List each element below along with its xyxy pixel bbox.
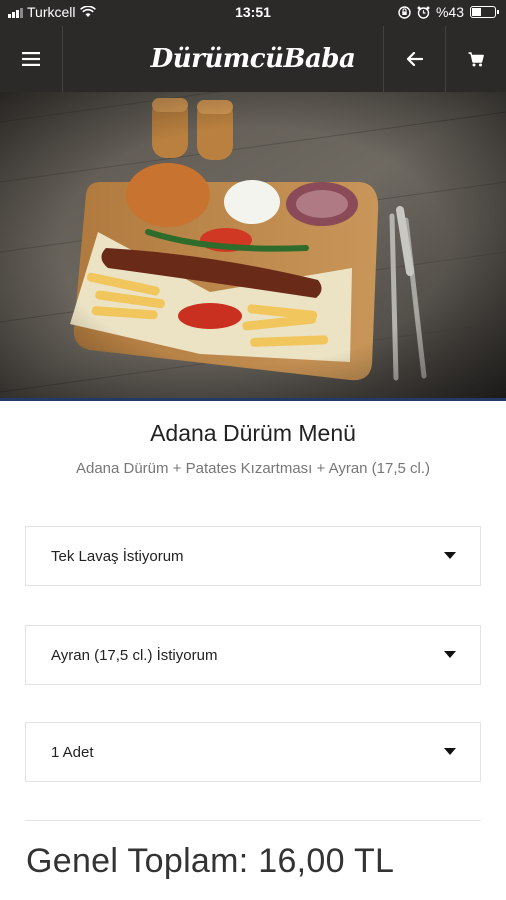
drink-select[interactable]: Ayran (17,5 cl.) İstiyorum <box>25 625 481 685</box>
product-title: Adana Dürüm Menü <box>150 420 356 446</box>
quantity-select[interactable]: 1 Adet <box>25 722 481 782</box>
app-logo: DürümcüBaba <box>150 44 356 74</box>
product-description: Adana Dürüm + Patates Kızartması + Ayran… <box>75 460 431 477</box>
bread-select-value: Tek Lavaş İstiyorum <box>51 548 184 565</box>
status-right: %43 <box>398 4 499 20</box>
menu-button[interactable] <box>0 26 62 92</box>
grand-total: Genel Toplam: 16,00 TL <box>26 842 395 880</box>
header-separator <box>62 26 63 92</box>
battery-icon <box>470 6 499 18</box>
caret-down-icon <box>444 552 456 559</box>
hamburger-icon <box>22 52 40 66</box>
status-bar: Turkcell 13:51 %43 <box>0 0 506 26</box>
arrow-left-icon <box>407 52 423 66</box>
battery-percent: %43 <box>435 4 464 20</box>
drink-select-value: Ayran (17,5 cl.) İstiyorum <box>51 647 218 664</box>
cart-icon <box>468 51 484 66</box>
divider <box>25 820 481 821</box>
app-header: DürümcüBaba <box>0 26 506 92</box>
alarm-icon <box>417 6 430 19</box>
product-photo <box>0 92 506 400</box>
cart-button[interactable] <box>446 26 506 92</box>
caret-down-icon <box>444 748 456 755</box>
bread-select[interactable]: Tek Lavaş İstiyorum <box>25 526 481 586</box>
quantity-select-value: 1 Adet <box>51 744 94 761</box>
accent-line <box>0 398 506 401</box>
caret-down-icon <box>444 651 456 658</box>
lock-rotation-icon <box>398 5 411 19</box>
back-button[interactable] <box>384 26 446 92</box>
